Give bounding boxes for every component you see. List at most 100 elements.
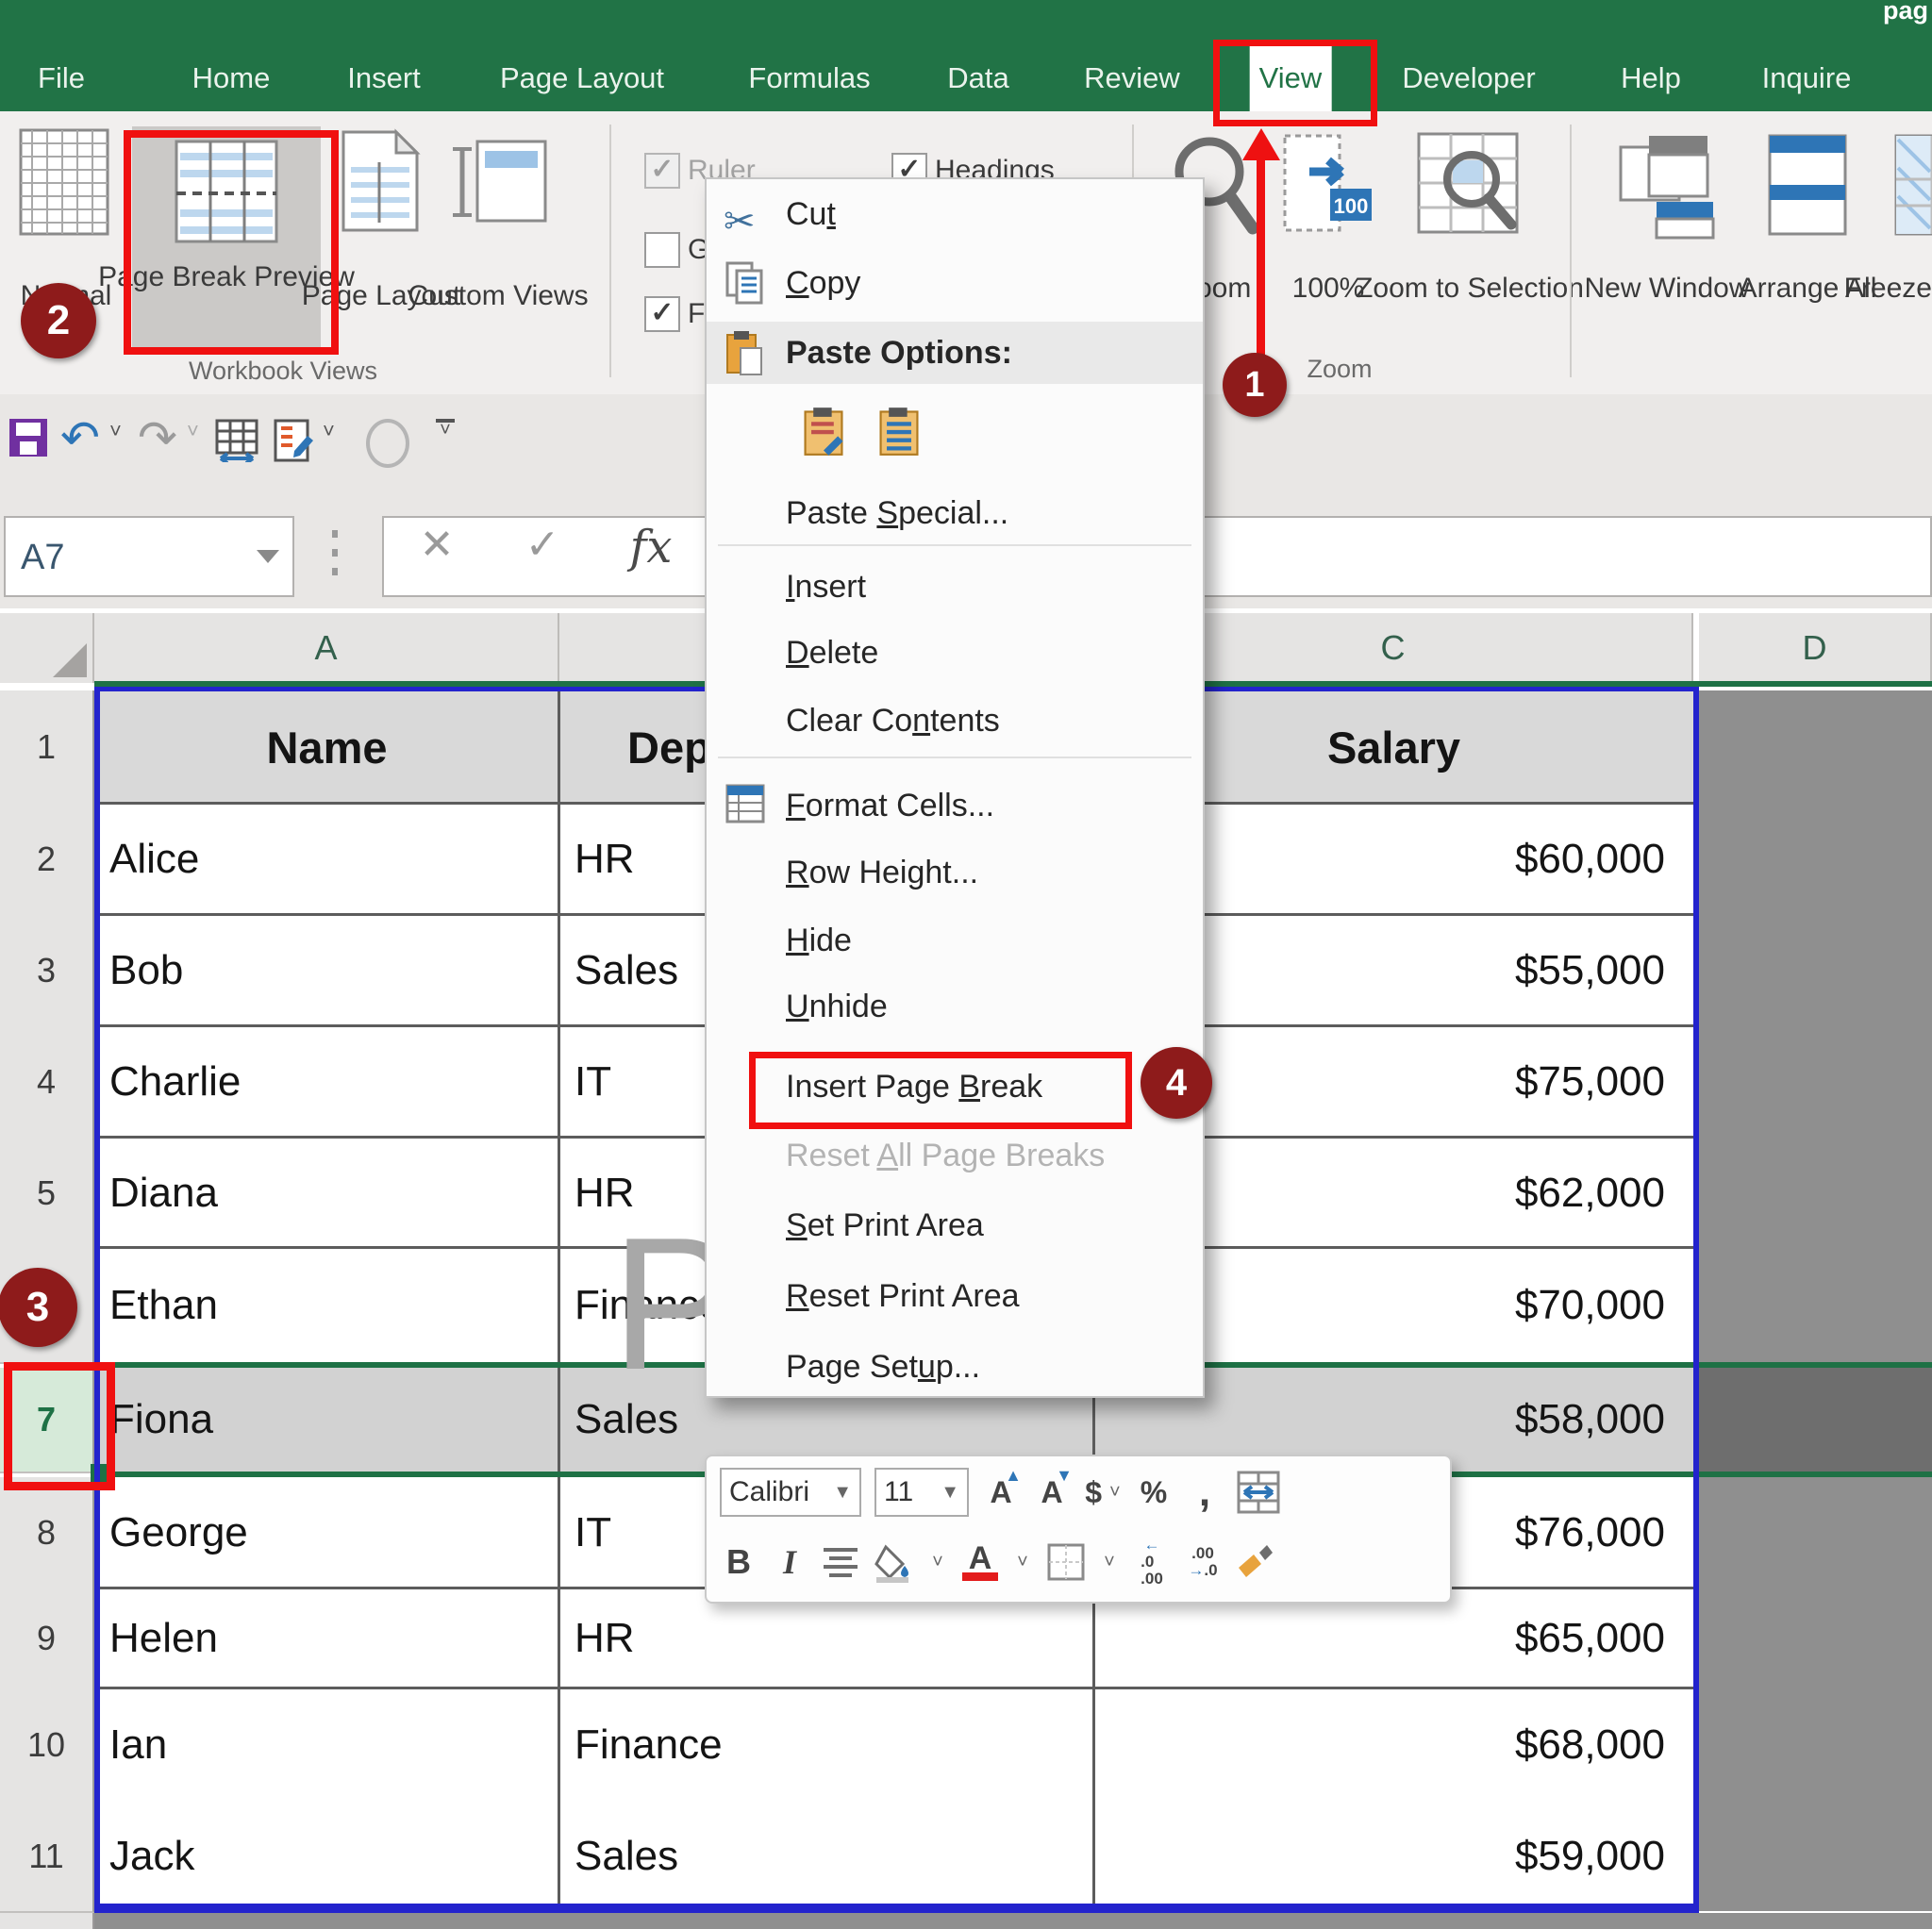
cancel-button[interactable]: ✕ (404, 521, 470, 569)
tab-data[interactable]: Data (938, 45, 1018, 111)
cell-a7[interactable]: Fiona (94, 1368, 559, 1472)
font-name-select[interactable]: Calibri ▼ (720, 1468, 861, 1517)
row-header-8[interactable]: 8 (0, 1477, 94, 1590)
row-header-5[interactable]: 5 (0, 1138, 94, 1250)
customize-qat-icon[interactable]: ˅ (436, 419, 455, 436)
menu-item-delete[interactable]: Delete (707, 622, 1203, 684)
quick-edit-icon[interactable] (272, 419, 315, 467)
menu-item-set-print-area[interactable]: Set Print Area (707, 1194, 1203, 1256)
row-header-3[interactable]: 3 (0, 915, 94, 1028)
custom-views-button[interactable]: Custom Views (441, 128, 555, 239)
quick-edit-dropdown-icon[interactable]: ˅ (323, 419, 335, 443)
center-align-button[interactable] (822, 1538, 859, 1587)
menu-item-copy[interactable]: Copy (707, 252, 1203, 314)
menu-item-reset-print-area[interactable]: Reset Print Area (707, 1265, 1203, 1327)
cell-b11[interactable]: Sales (559, 1802, 1094, 1911)
row-header-9[interactable]: 9 (0, 1588, 94, 1690)
cell-a4[interactable]: Charlie (94, 1026, 559, 1138)
cell-a11[interactable]: Jack (94, 1802, 559, 1911)
percent-style-button[interactable]: % (1135, 1468, 1173, 1517)
row-header-11[interactable]: 11 (0, 1802, 94, 1913)
tab-inquire[interactable]: Inquire (1753, 45, 1861, 111)
checkbox-formula-bar[interactable]: ✓ (644, 296, 680, 332)
cell-a8[interactable]: George (94, 1477, 559, 1588)
cell-c10[interactable]: $68,000 (1094, 1688, 1693, 1802)
row-header-2[interactable]: 2 (0, 804, 94, 917)
menu-item-insert[interactable]: Insert (707, 556, 1203, 618)
font-size-select[interactable]: 11 ▼ (874, 1468, 969, 1517)
cell-c11[interactable]: $59,000 (1094, 1802, 1693, 1911)
fill-color-button[interactable] (873, 1538, 914, 1587)
redo-icon[interactable]: ↷ (138, 419, 177, 458)
format-painter-icon[interactable] (1235, 1538, 1276, 1587)
save-icon[interactable] (9, 419, 47, 457)
borders-dropdown-icon[interactable]: ˅ (1099, 1538, 1120, 1587)
menu-item-cut[interactable]: ✂Cut (707, 183, 1203, 245)
grow-font-button[interactable]: A▲ (982, 1468, 1020, 1517)
tab-formulas[interactable]: Formulas (739, 45, 879, 111)
increase-decimal-button[interactable]: ←.0.00 (1133, 1538, 1171, 1587)
menu-item-unhide[interactable]: Unhide (707, 975, 1203, 1038)
menu-item-reset-all-page-breaks[interactable]: Reset All Page Breaks (707, 1124, 1203, 1187)
undo-icon[interactable]: ↶ (60, 419, 100, 458)
borders-button[interactable] (1046, 1538, 1086, 1587)
cell-a6[interactable]: Ethan (94, 1248, 559, 1362)
cell-a1-name-header[interactable]: Name (94, 690, 559, 804)
row-header-10[interactable]: 10 (0, 1688, 94, 1804)
redo-dropdown-icon[interactable]: ˅ (187, 419, 199, 443)
merge-format-button[interactable] (1237, 1468, 1280, 1517)
cell-a3[interactable]: Bob (94, 915, 559, 1026)
decrease-decimal-button[interactable]: .00→.0 (1184, 1538, 1222, 1587)
menu-item-paste-special[interactable]: Paste Special... (707, 482, 1203, 544)
row-header-4[interactable]: 4 (0, 1026, 94, 1139)
new-window-button[interactable]: New Window (1615, 130, 1719, 248)
accounting-format-button[interactable]: $˅ (1084, 1468, 1122, 1517)
font-color-button[interactable]: A (961, 1538, 999, 1587)
cell-a5[interactable]: Diana (94, 1138, 559, 1248)
page-layout-button[interactable]: Page Layout (332, 128, 426, 239)
column-width-icon[interactable] (215, 419, 258, 467)
tab-home[interactable]: Home (183, 45, 280, 111)
insert-function-button[interactable]: fx (618, 521, 684, 574)
menu-item-hide[interactable]: Hide (707, 909, 1203, 972)
menu-item-row-height[interactable]: Row Height... (707, 841, 1203, 904)
menu-item-clear-contents[interactable]: Clear Contents (707, 690, 1203, 752)
name-box-dropdown-icon[interactable] (257, 550, 279, 563)
menu-item-paste-options[interactable]: Paste Options: (707, 322, 1203, 384)
font-color-dropdown-icon[interactable]: ˅ (1012, 1538, 1033, 1587)
tab-page-layout[interactable]: Page Layout (491, 45, 674, 111)
shrink-font-button[interactable]: A▼ (1033, 1468, 1071, 1517)
column-header-A[interactable]: A (94, 613, 559, 683)
bold-button[interactable]: B (720, 1538, 758, 1587)
menu-item-page-setup[interactable]: Page Setup... (707, 1336, 1203, 1398)
checkbox-ruler[interactable]: ✓ (644, 153, 680, 189)
tab-review[interactable]: Review (1074, 45, 1190, 111)
zoom-100-button[interactable]: 100 100% (1281, 130, 1375, 248)
cell-b10[interactable]: Finance (559, 1688, 1094, 1802)
normal-view-button[interactable]: Normal (13, 128, 119, 244)
column-header-D[interactable]: D (1699, 613, 1932, 683)
fill-color-dropdown-icon[interactable]: ˅ (927, 1538, 948, 1587)
menu-item-format-cells[interactable]: Format Cells... (707, 774, 1203, 837)
cell-a10[interactable]: Ian (94, 1688, 559, 1802)
enter-button[interactable]: ✓ (509, 521, 575, 569)
freeze-panes-button[interactable]: Freeze Panes (1892, 130, 1932, 248)
select-all-corner[interactable] (0, 613, 94, 683)
comma-style-button[interactable]: , (1186, 1468, 1224, 1517)
tab-help[interactable]: Help (1611, 45, 1690, 111)
paste-formatting-icon[interactable] (799, 406, 848, 477)
paste-values-icon[interactable] (874, 406, 924, 477)
undo-dropdown-icon[interactable]: ˅ (109, 419, 122, 443)
namebox-separator-dots[interactable] (332, 530, 338, 583)
tab-file[interactable]: File (28, 45, 94, 111)
tab-developer[interactable]: Developer (1392, 45, 1544, 111)
checkbox-gridlines[interactable] (644, 232, 680, 268)
arrange-all-button[interactable]: Arrange All (1760, 130, 1855, 248)
row-header-1[interactable]: 1 (0, 690, 94, 806)
italic-button[interactable]: I (771, 1538, 808, 1587)
cell-a9[interactable]: Helen (94, 1588, 559, 1688)
tab-insert[interactable]: Insert (338, 45, 430, 111)
circle-icon[interactable] (366, 419, 409, 468)
cell-a2[interactable]: Alice (94, 804, 559, 915)
zoom-to-selection-button[interactable]: Zoom to Selection (1415, 130, 1528, 248)
